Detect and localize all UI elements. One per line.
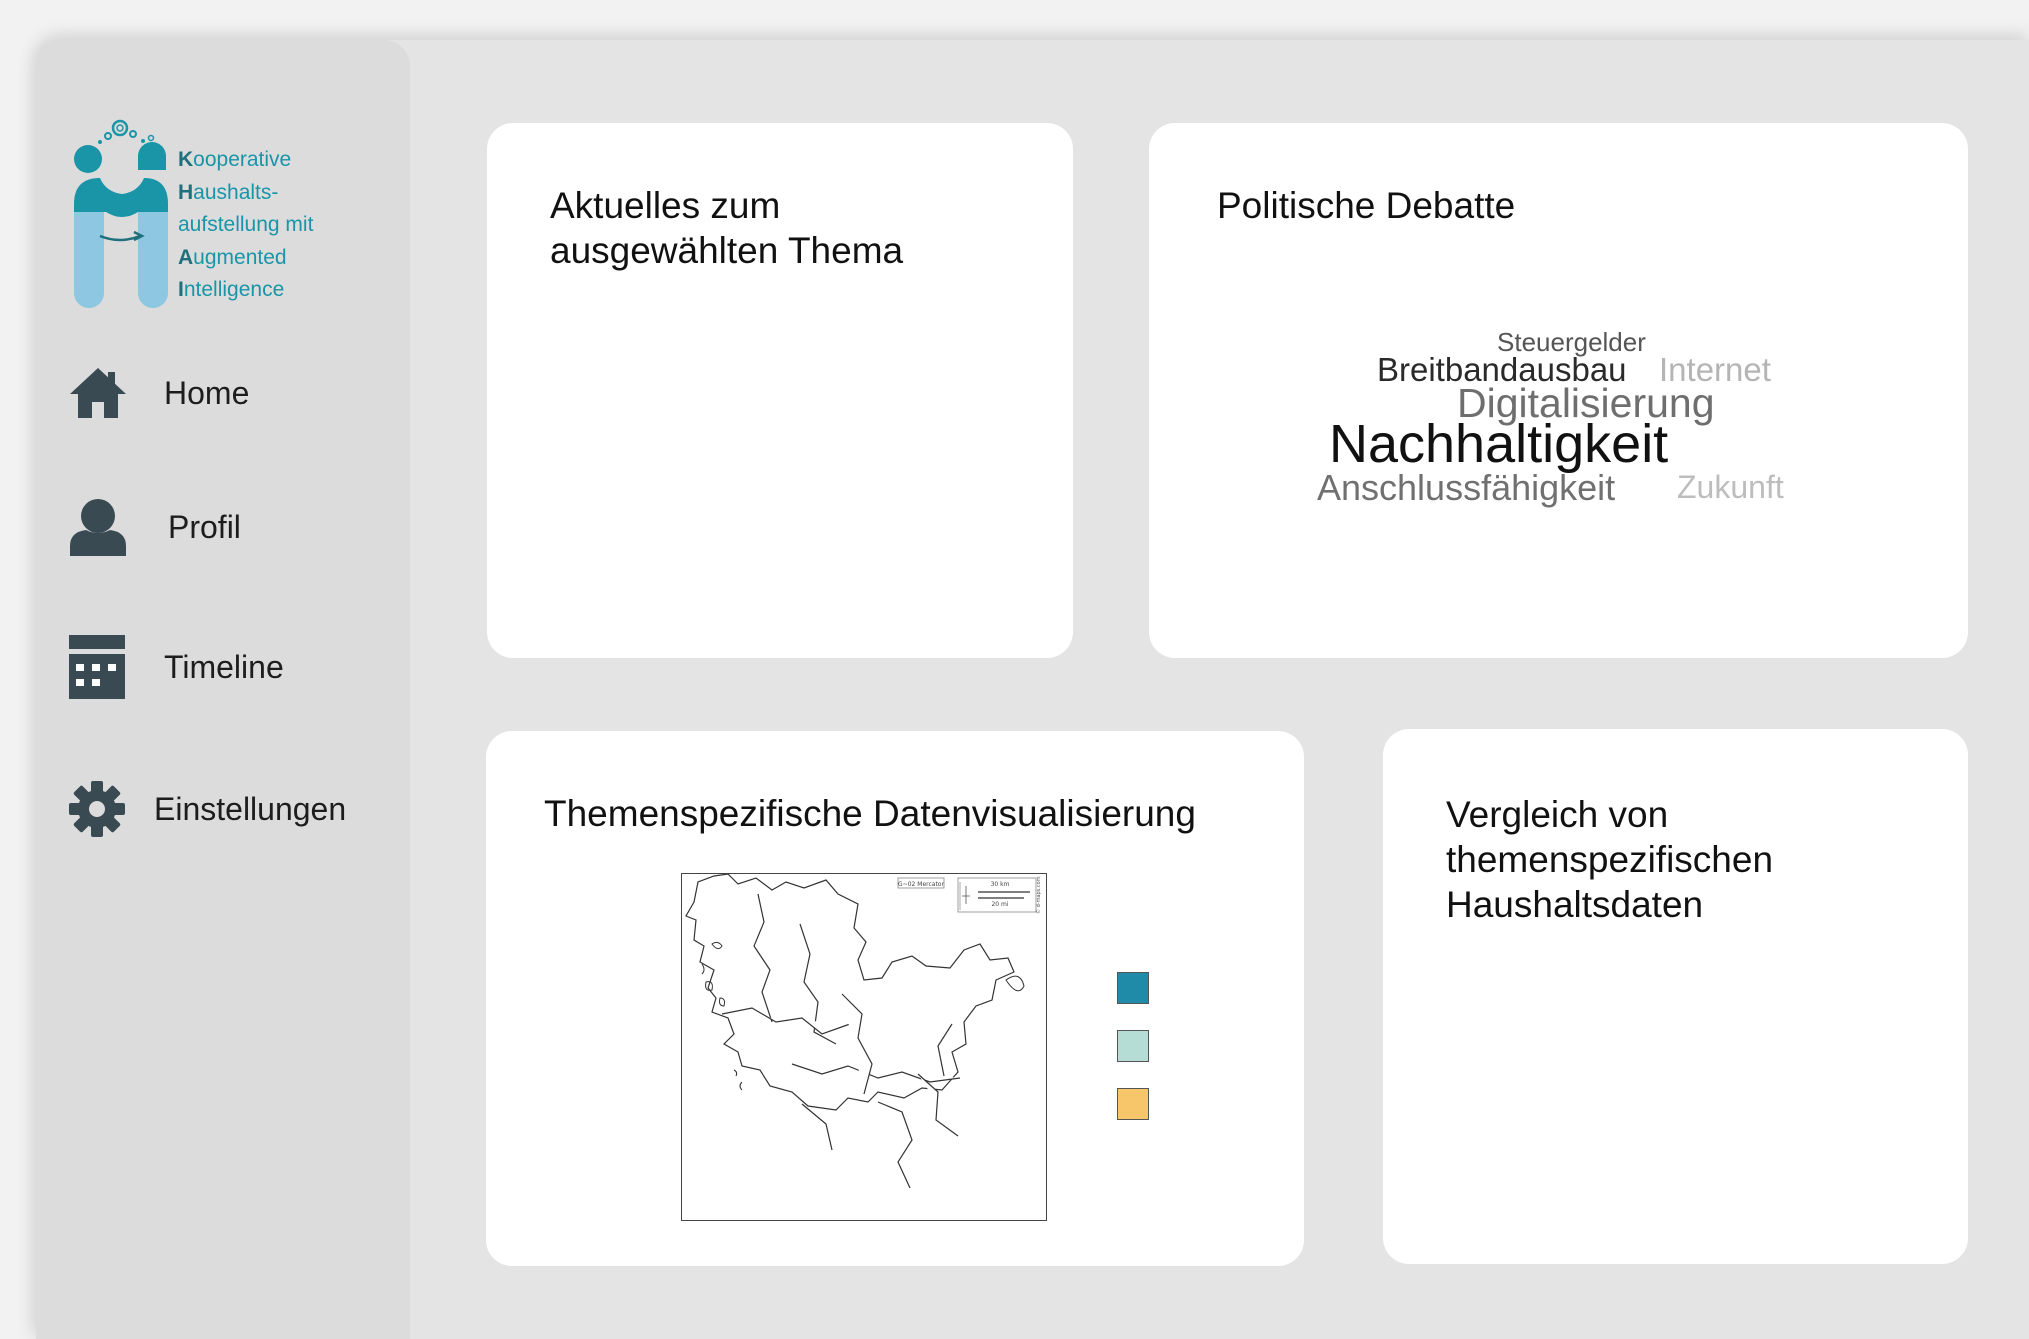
card-debate-title: Politische Debatte [1217,185,1516,226]
card-compare[interactable]: Vergleich von themenspezifischen Haushal… [1383,729,1968,1264]
map-scale-km: 30 km [991,881,1010,888]
nav-label-timeline: Timeline [164,648,284,685]
map-badge: G~02 Mercator [898,881,944,888]
map-credit: © d-maps.com [1035,876,1042,914]
map-scale-mi: 20 mi [991,901,1008,908]
calendar-icon [69,635,125,699]
card-compare-title: Vergleich von themenspezifischen Haushal… [1446,794,1774,925]
nav-item-einstellungen[interactable]: Einstellungen [68,780,346,838]
nav-item-profil[interactable]: Profil [68,496,241,558]
region-map[interactable]: G~02 Mercator 30 km 20 mi © d-maps.com [681,873,1047,1221]
legend-swatch-teal [1117,972,1149,1004]
word-cloud-word: Zukunft [1677,469,1784,505]
card-news[interactable]: Aktuelles zum ausgewählten Thema [487,123,1073,658]
card-news-title: Aktuelles zum ausgewählten Thema [550,185,904,271]
word-cloud-word: Anschlussfähigkeit [1317,467,1616,508]
gear-icon [69,781,125,837]
word-cloud-word: Nachhaltigkeit [1329,414,1669,474]
nav-item-timeline[interactable]: Timeline [68,634,284,700]
logo-text: Kooperative Haushalts- aufstellung mit A… [178,148,314,301]
legend-swatch-mint [1117,1030,1149,1062]
nav-label-profil: Profil [168,508,241,545]
nav-label-einstellungen: Einstellungen [154,790,347,827]
home-icon [70,368,126,418]
nav-label-home: Home [164,374,250,411]
user-icon [70,499,126,556]
nav-item-home[interactable]: Home [68,366,249,420]
map-outline: G~02 Mercator 30 km 20 mi © d-maps.com [685,873,1042,1189]
card-dataviz-title: Themenspezifische Datenvisualisierung [544,793,1196,834]
card-debate[interactable]: Politische Debatte Steuergelder Breitban… [1149,123,1968,658]
legend-swatch-amber [1117,1088,1149,1120]
